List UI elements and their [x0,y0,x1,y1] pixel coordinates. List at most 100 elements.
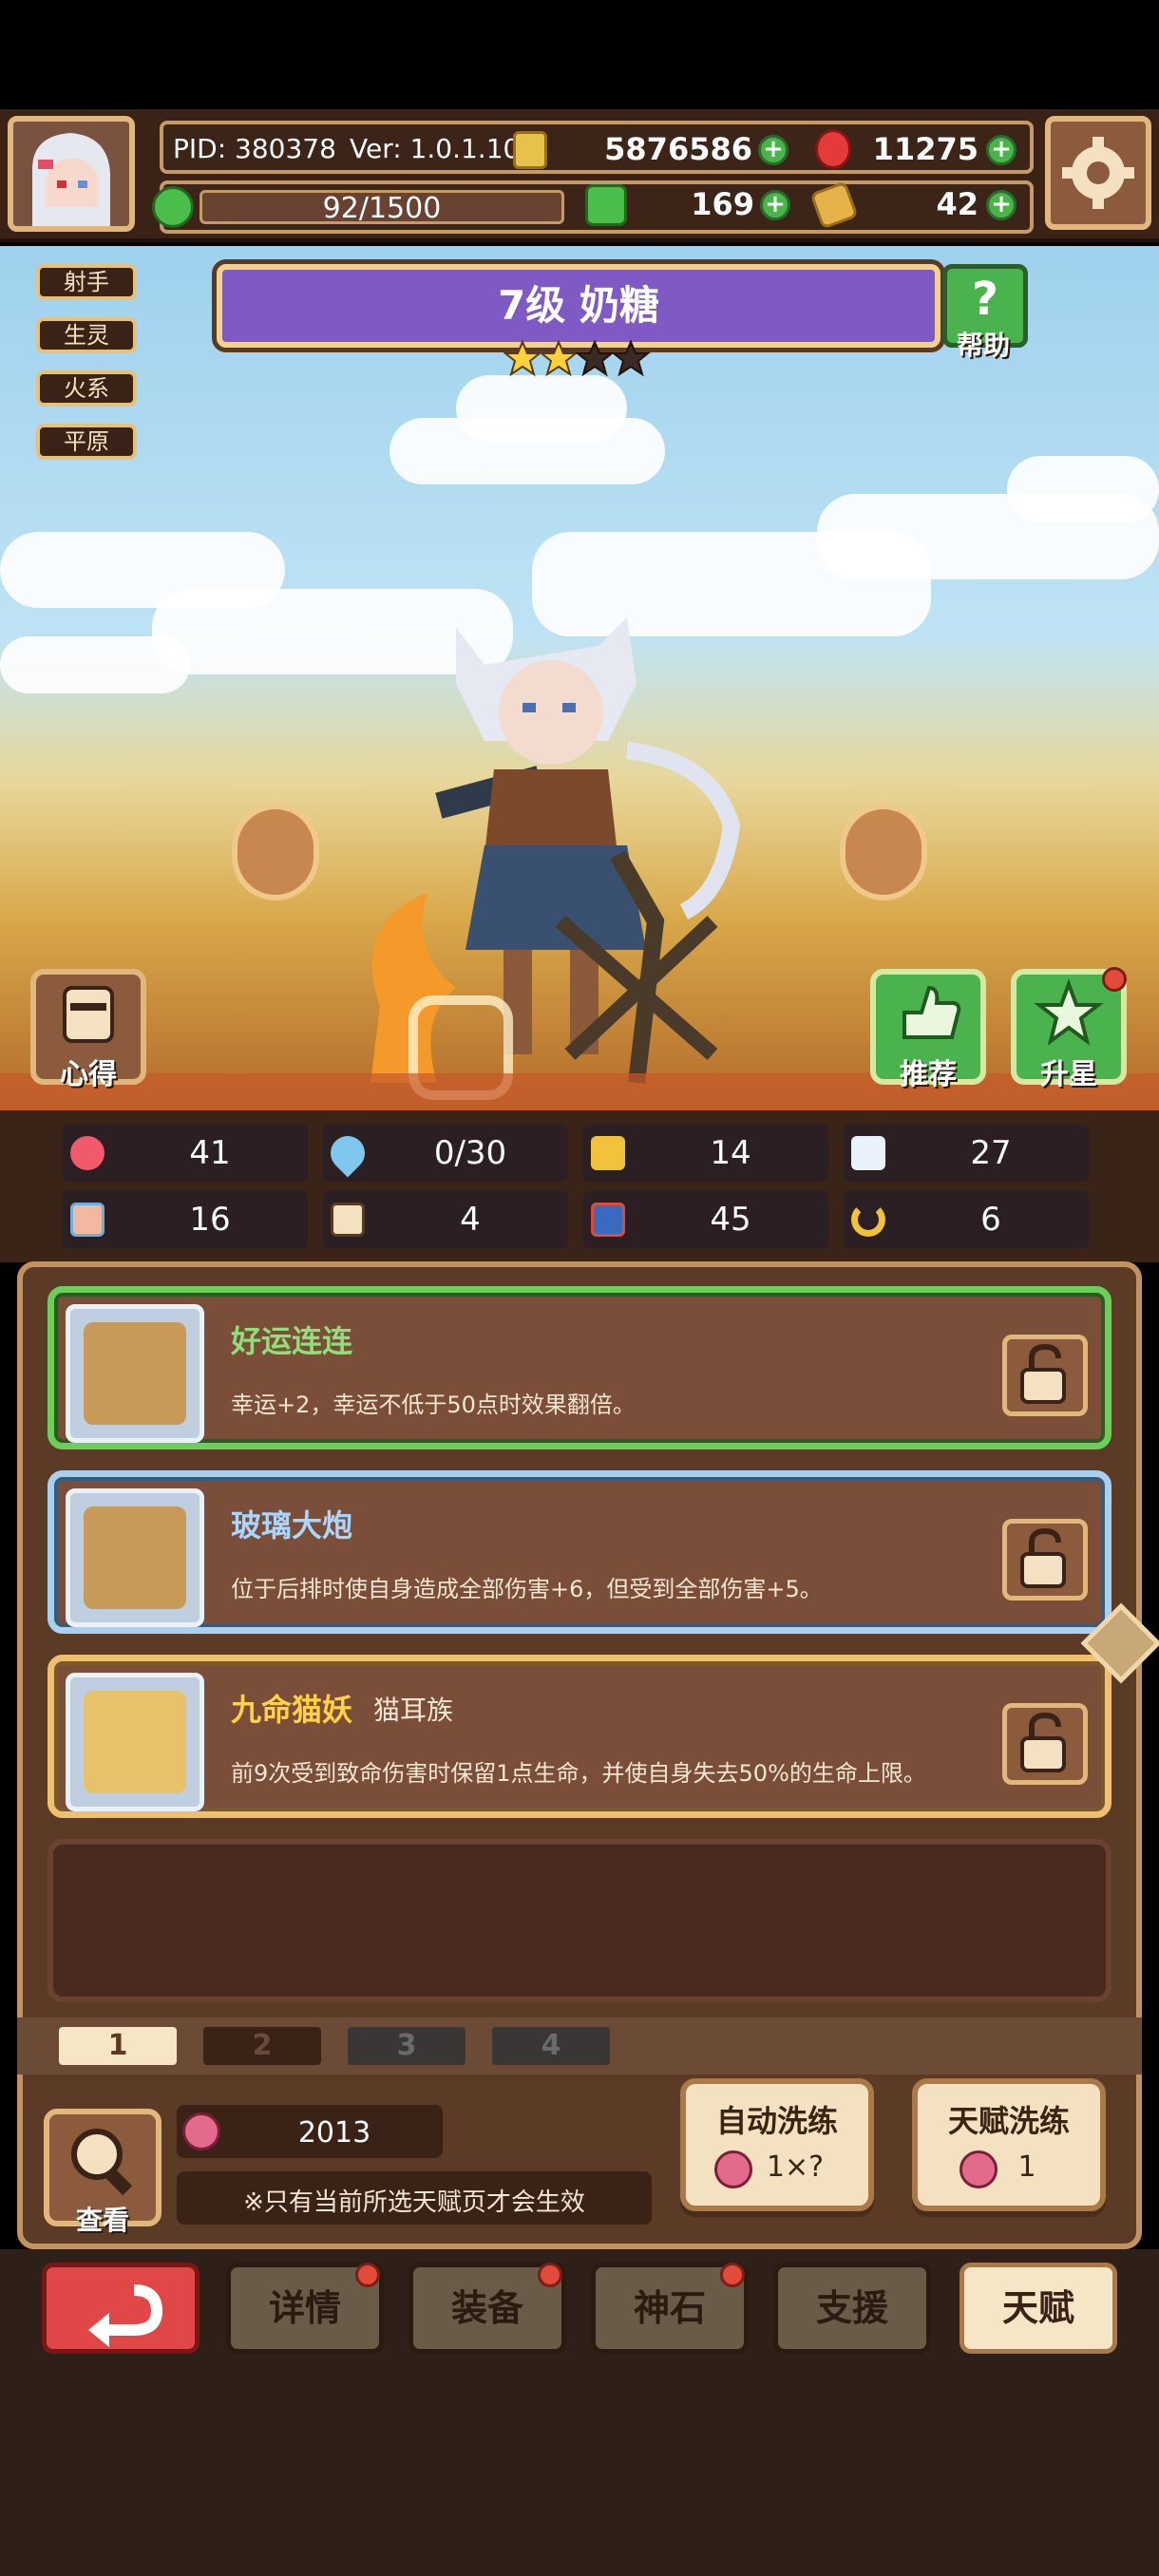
nav-support[interactable]: 支援 [773,2263,931,2354]
trait-title: 九命猫妖 [231,1692,353,1728]
unlocked-padlock-icon [1020,1527,1066,1588]
ticket-amount: 42 [936,186,978,222]
hero-name-bar: 7级 奶糖 [217,264,940,348]
add-ticket-button[interactable]: + [986,190,1016,220]
scroll-icon [591,1203,625,1237]
wing-icon [851,1136,885,1170]
gear-icon [1062,137,1134,209]
game-version: Ver: 1.0.1.10 [350,133,521,164]
stat-attack: 16 [63,1191,308,1248]
clover-amount: 169 [691,186,754,222]
trait-title: 玻璃大炮 [231,1507,353,1544]
auto-reroll-label: 自动洗练 [715,2103,838,2139]
talent-note: ※只有当前所选天赋页才会生效 [243,2188,585,2217]
magnifier-icon [71,2129,133,2196]
view-label: 查看 [75,2205,129,2236]
trait-description: 幸运+2，幸运不低于50点时效果翻倍。 [231,1392,636,1418]
peach-count: 2013 [297,2116,371,2150]
talent-reroll-button[interactable]: 天赋洗练 1 [912,2078,1106,2211]
star-filled-icon [503,339,542,377]
water-drop-icon [323,1128,372,1178]
stat-skill: 45 [583,1191,828,1248]
cloud [1007,456,1159,522]
fist-icon [70,1203,104,1237]
question-icon: ? [972,273,998,326]
notes-label: 心得 [60,1058,117,1091]
help-label: 帮助 [956,330,1010,361]
scroll-icon [63,986,114,1043]
tag-terrain: 平原 [36,424,137,460]
page-tab-3[interactable]: 3 [344,2023,469,2069]
clover-icon [585,184,627,226]
back-button[interactable] [42,2263,200,2354]
player-id: PID: 380378 [173,133,336,164]
tag-element: 火系 [36,370,137,407]
auto-reroll-button[interactable]: 自动洗练 1×? [680,2078,874,2211]
page-tab-2[interactable]: 2 [200,2023,325,2069]
hero-sprite [314,608,788,1111]
prev-hero-button[interactable] [232,804,319,900]
unlocked-padlock-icon [1020,1343,1066,1404]
stat-health: 41 [63,1125,308,1182]
horseshoe-icon [851,1203,885,1237]
gold-coin-icon [513,131,547,169]
gem-amount: 11275 [872,131,978,167]
talent-reroll-label: 天赋洗练 [947,2103,1070,2139]
star-rating [503,339,656,378]
trait-card-glass-cannon[interactable]: 玻璃大炮 位于后排时使自身造成全部伤害+6，但受到全部伤害+5。 [48,1470,1112,1634]
tag-class: 射手 [36,264,137,300]
unlock-button[interactable] [1002,1703,1088,1785]
cat-face-icon [84,1691,186,1793]
return-arrow-icon [88,2284,163,2347]
thumbs-up-icon [902,985,961,1039]
notification-dot [720,2263,745,2287]
star-filled-icon [539,339,579,377]
avatar-portrait-icon [13,122,129,226]
add-gold-button[interactable]: + [758,135,788,165]
trait-card-nine-lives[interactable]: 九命猫妖 猫耳族 前9次受到致命伤害时保留1点生命，并使自身失去50%的生命上限… [48,1655,1112,1818]
trait-description: 前9次受到致命伤害时保留1点生命，并使自身失去50%的生命上限。 [231,1760,926,1787]
notification-dot [538,2263,562,2287]
trait-race-tag: 猫耳族 [373,1695,454,1726]
cross-slot-icon [84,1322,186,1425]
add-gem-button[interactable]: + [986,135,1016,165]
notification-dot [355,2263,380,2287]
nav-talent[interactable]: 天赋 [960,2263,1117,2354]
star-empty-icon [611,339,651,377]
cloud [0,636,190,693]
notification-dot [1102,967,1127,992]
gold-amount: 5876586 [604,131,752,167]
trait-icon-frame [66,1304,204,1443]
stamina-leaf-icon [152,186,194,228]
page-tab-1[interactable]: 1 [55,2023,180,2069]
settings-button[interactable] [1045,116,1151,230]
stat-luck: 6 [844,1191,1089,1248]
talent-reroll-cost: 1 [1017,2150,1036,2184]
empty-trait-slot [48,1839,1112,2002]
hero-title: 7级 奶糖 [498,282,659,329]
unlock-button[interactable] [1002,1335,1088,1416]
recommend-label: 推荐 [900,1058,957,1091]
trait-title: 好运连连 [231,1323,353,1359]
auto-reroll-cost: 1×? [766,2150,825,2184]
player-avatar[interactable] [8,116,135,232]
stat-magic: 4 [323,1191,568,1248]
next-hero-button[interactable] [840,804,927,900]
heart-icon [70,1136,104,1170]
unlock-button[interactable] [1002,1519,1088,1601]
shield-icon [591,1136,625,1170]
cross-slot-icon [84,1506,186,1609]
add-clover-button[interactable]: + [760,190,790,220]
star-up-label: 升星 [1040,1058,1097,1091]
star-empty-icon [575,339,615,377]
trait-icon-frame [66,1488,204,1627]
cloud [456,375,627,442]
stat-defense: 14 [583,1125,828,1182]
page-tab-4[interactable]: 4 [488,2023,614,2069]
peach-icon [182,2112,220,2150]
stamina-value: 92/1500 [322,192,442,225]
stat-speed: 27 [844,1125,1089,1182]
trait-card-lucky[interactable]: 好运连连 幸运+2，幸运不低于50点时效果翻倍。 [48,1286,1112,1449]
tag-race: 生灵 [36,317,137,353]
gem-icon [815,129,851,169]
